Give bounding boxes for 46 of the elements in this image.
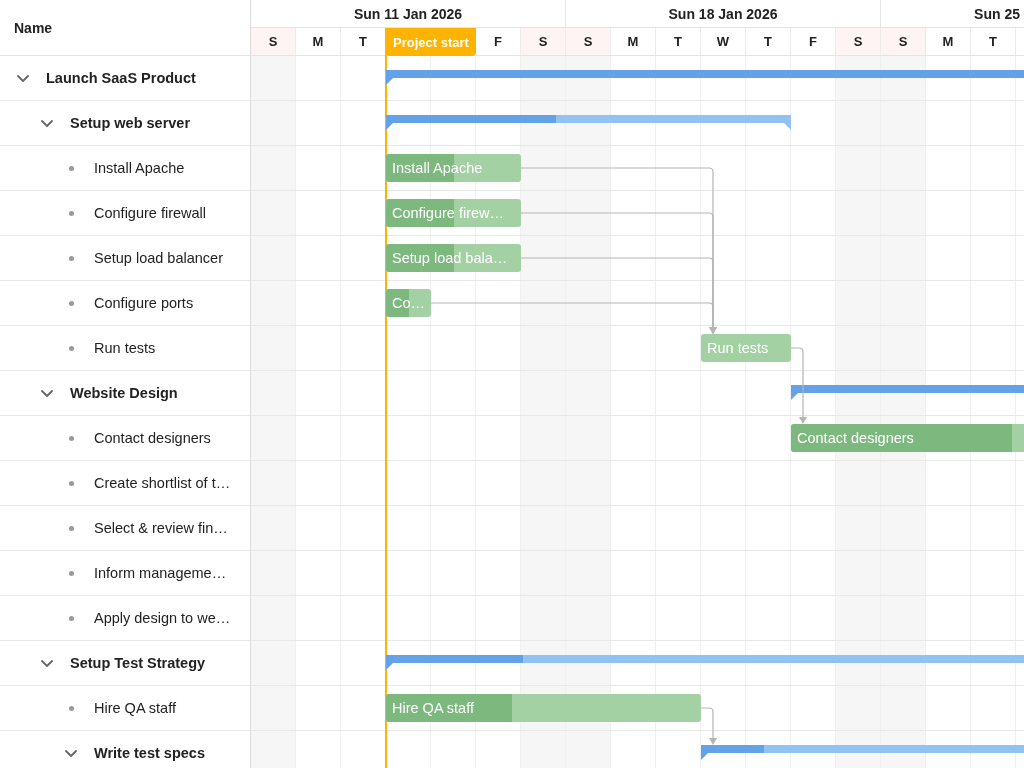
task-name[interactable]: Write test specs	[94, 745, 205, 761]
week-header: Sun 25	[973, 4, 1021, 24]
bullet-icon	[68, 255, 74, 261]
bullet-icon	[68, 435, 74, 441]
day-header: M	[926, 28, 971, 55]
task-name[interactable]: Install Apache	[94, 160, 185, 176]
task-name[interactable]: Run tests	[94, 340, 156, 356]
bullet-icon	[68, 705, 74, 711]
bullet-icon	[68, 570, 74, 576]
week-header: Sun 18 Jan 2026	[566, 0, 881, 27]
project-start-label: Project start	[386, 28, 476, 56]
bullet-icon	[68, 210, 74, 216]
day-header: T	[656, 28, 701, 55]
day-header: S	[251, 28, 296, 55]
bullet-icon	[68, 345, 74, 351]
day-header: T	[971, 28, 1016, 55]
task-name[interactable]: Create shortlist of t…	[94, 475, 231, 491]
task-name[interactable]: Launch SaaS Product	[46, 70, 196, 86]
task-name[interactable]: Apply design to we…	[94, 610, 231, 626]
day-header: W	[701, 28, 746, 55]
bullet-icon	[68, 525, 74, 531]
day-header: S	[881, 28, 926, 55]
task-name[interactable]: Website Design	[70, 385, 178, 401]
task-name[interactable]: Contact designers	[94, 430, 211, 446]
bullet-icon	[68, 300, 74, 306]
week-header: Sun 11 Jan 2026	[251, 0, 566, 27]
day-header: S	[521, 28, 566, 55]
task-name[interactable]: Setup load balancer	[94, 250, 223, 266]
bullet-icon	[68, 480, 74, 486]
day-header: S	[566, 28, 611, 55]
bullet-icon	[68, 615, 74, 621]
dependency-arrow	[700, 707, 717, 745]
day-header: M	[611, 28, 656, 55]
bullet-icon	[68, 165, 74, 171]
day-header: T	[746, 28, 791, 55]
day-header: S	[836, 28, 881, 55]
task-name[interactable]: Select & review fin…	[94, 520, 228, 536]
task-name[interactable]: Configure ports	[94, 295, 194, 311]
task-name[interactable]: Setup web server	[70, 115, 191, 131]
day-header: M	[296, 28, 341, 55]
column-header[interactable]: Name	[14, 19, 53, 36]
task-name[interactable]: Hire QA staff	[94, 700, 176, 716]
task-name[interactable]: Setup Test Strategy	[70, 655, 206, 671]
task-name[interactable]: Configure firewall	[94, 205, 207, 221]
summary-bar[interactable]	[386, 115, 791, 130]
task-name[interactable]: Inform manageme…	[94, 565, 227, 581]
